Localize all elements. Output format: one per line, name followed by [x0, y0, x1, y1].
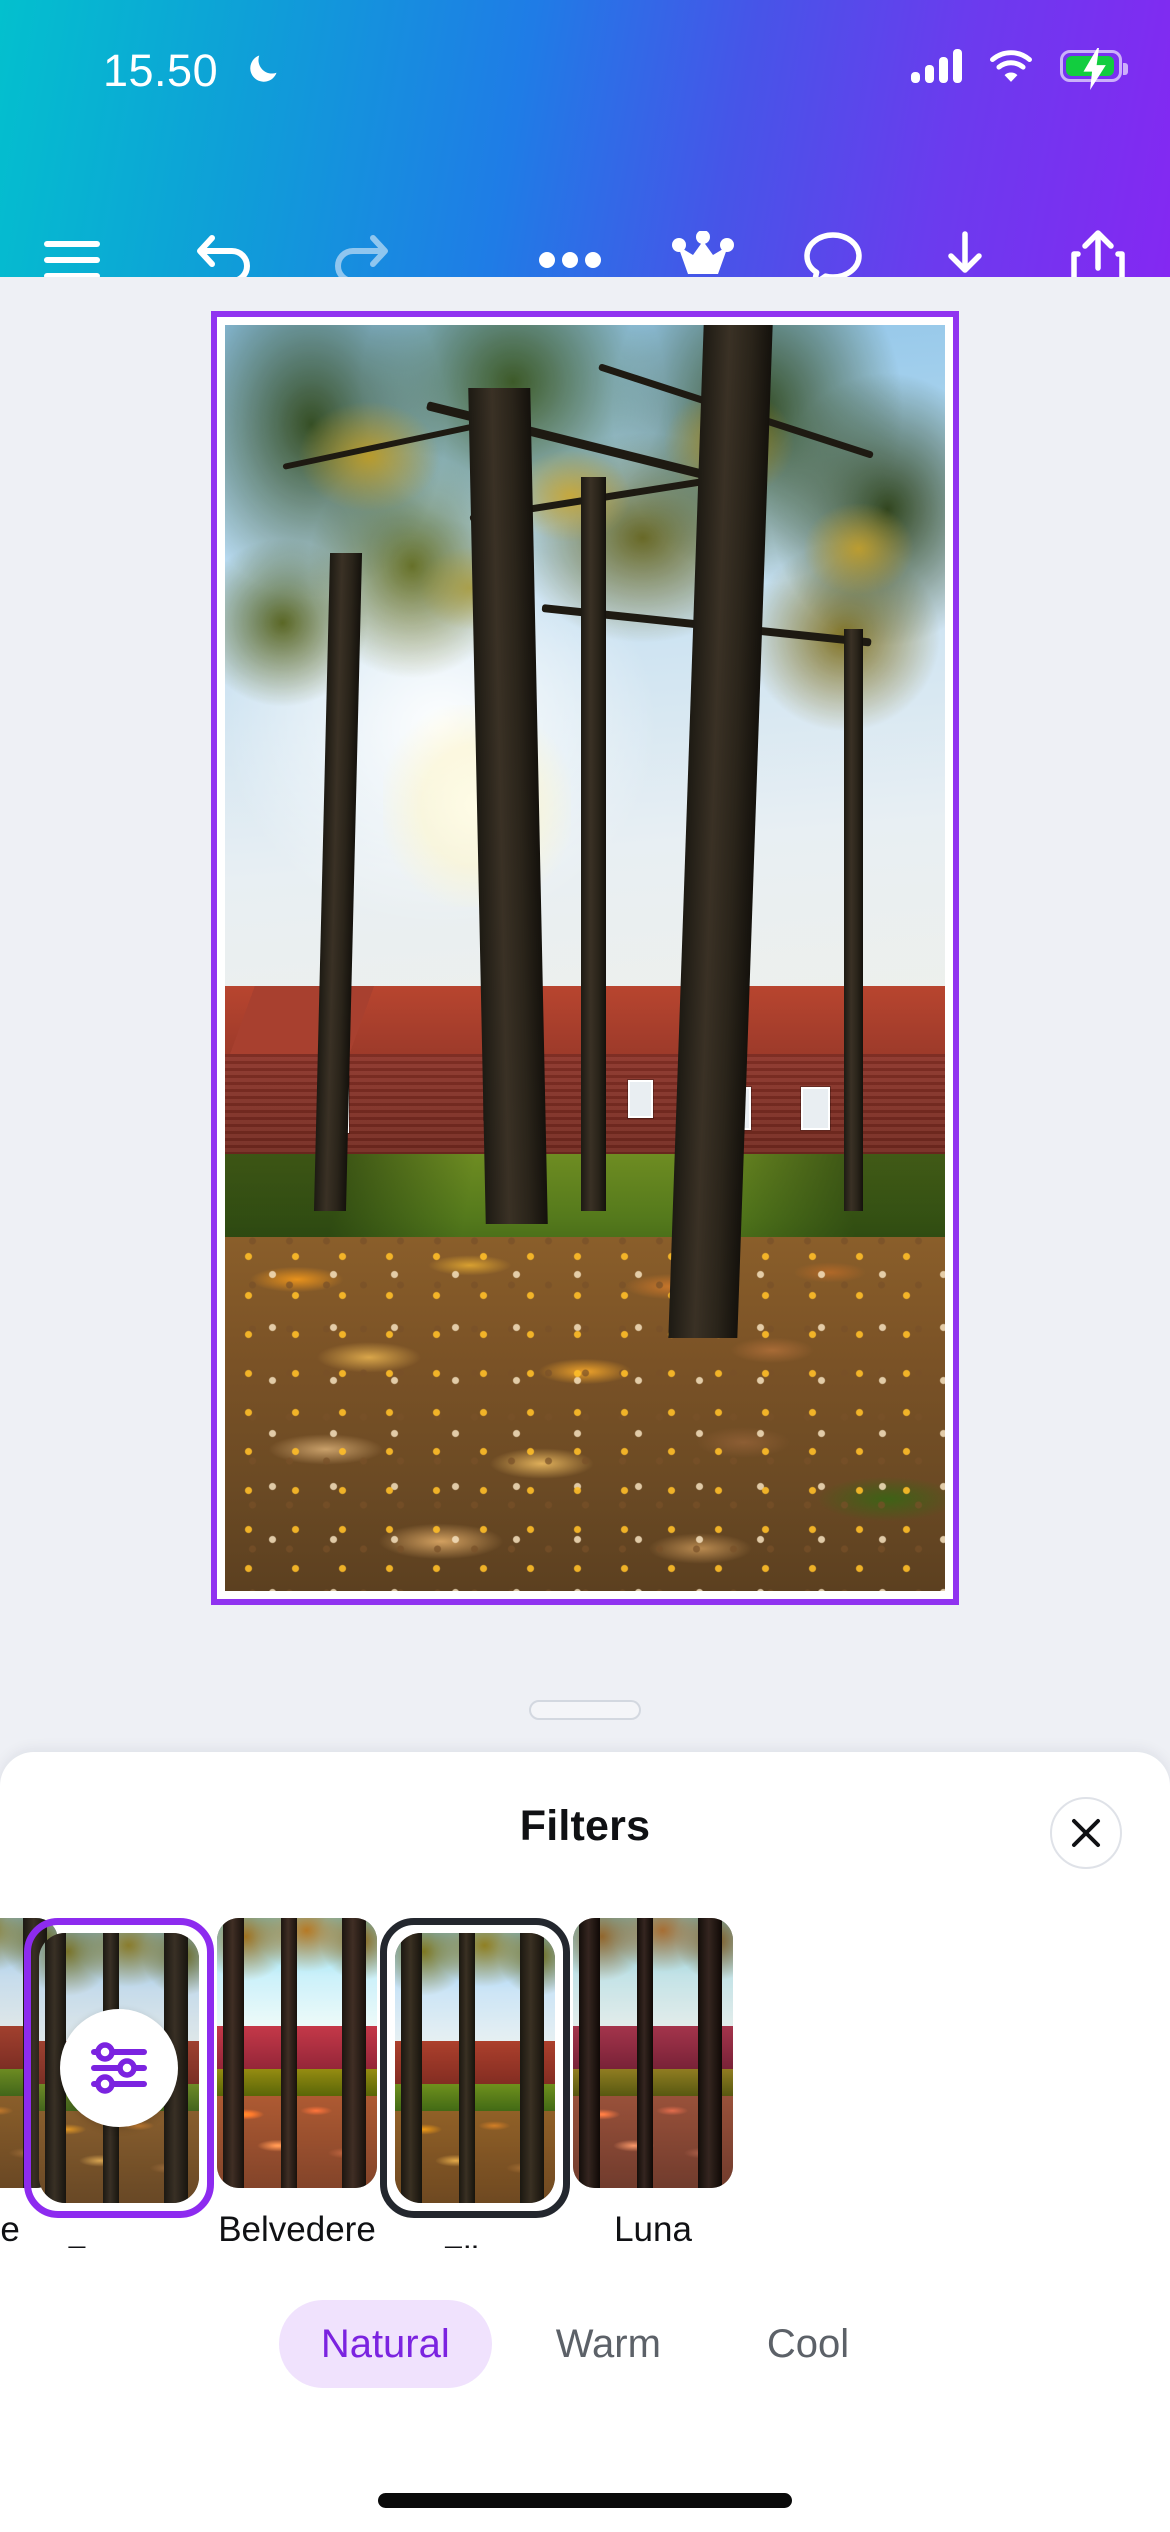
battery-charging-icon: [1060, 48, 1128, 90]
filter-preview-image: [573, 1918, 733, 2188]
status-bar: 15.50: [0, 0, 1170, 100]
filter-thumb-luna[interactable]: Luna: [564, 1918, 742, 2248]
category-tab-natural[interactable]: Natural: [278, 2300, 492, 2388]
filter-preview-image: [217, 1918, 377, 2188]
canvas-area[interactable]: [0, 277, 1170, 1752]
filter-label: Belvedere: [218, 2210, 376, 2248]
filter-preview-image: [39, 1933, 199, 2203]
sliders-adjust-icon: [91, 2042, 147, 2094]
filter-label: Luna: [614, 2210, 692, 2248]
category-tab-warm[interactable]: Warm: [514, 2300, 703, 2388]
sheet-title: Filters: [519, 1802, 651, 1850]
wifi-icon: [990, 50, 1032, 82]
adjust-filter-button[interactable]: [60, 2009, 178, 2127]
cellular-signal-icon: [911, 49, 962, 83]
home-indicator: [378, 2493, 792, 2508]
close-icon: [1072, 1819, 1100, 1847]
filter-thumb-belvedere[interactable]: Belvedere: [208, 1918, 386, 2248]
photo-autumn-park: [225, 325, 945, 1591]
filter-label: Fresco: [66, 2240, 173, 2248]
filter-thumb-none[interactable]: None: [0, 1918, 58, 2248]
editor-toolbar: [0, 100, 1170, 287]
status-time: 15.50: [103, 45, 219, 96]
filter-category-tabs[interactable]: Natural Warm Cool: [0, 2300, 1170, 2388]
filter-thumbnail-row[interactable]: None Fresco: [0, 1918, 1170, 2248]
status-icons: [911, 44, 1128, 90]
close-button[interactable]: [1050, 1797, 1122, 1869]
drag-handle[interactable]: [529, 1700, 641, 1720]
ellipsis-icon: [539, 252, 601, 268]
filter-preview-image: [395, 1933, 555, 2203]
filter-thumb-flint[interactable]: Flint: [380, 1918, 570, 2248]
category-tab-cool[interactable]: Cool: [725, 2300, 891, 2388]
moon-icon: [250, 55, 277, 82]
selected-image-frame[interactable]: [211, 311, 959, 1605]
filter-thumb-fresco[interactable]: Fresco: [24, 1918, 214, 2248]
filter-label: None: [0, 2210, 20, 2248]
app-root: 15.50 Filters e Belvedere Luna Natural W…: [0, 0, 1170, 2532]
top-gradient-bar: 15.50: [0, 0, 1170, 287]
filter-label: Flint: [442, 2240, 508, 2248]
